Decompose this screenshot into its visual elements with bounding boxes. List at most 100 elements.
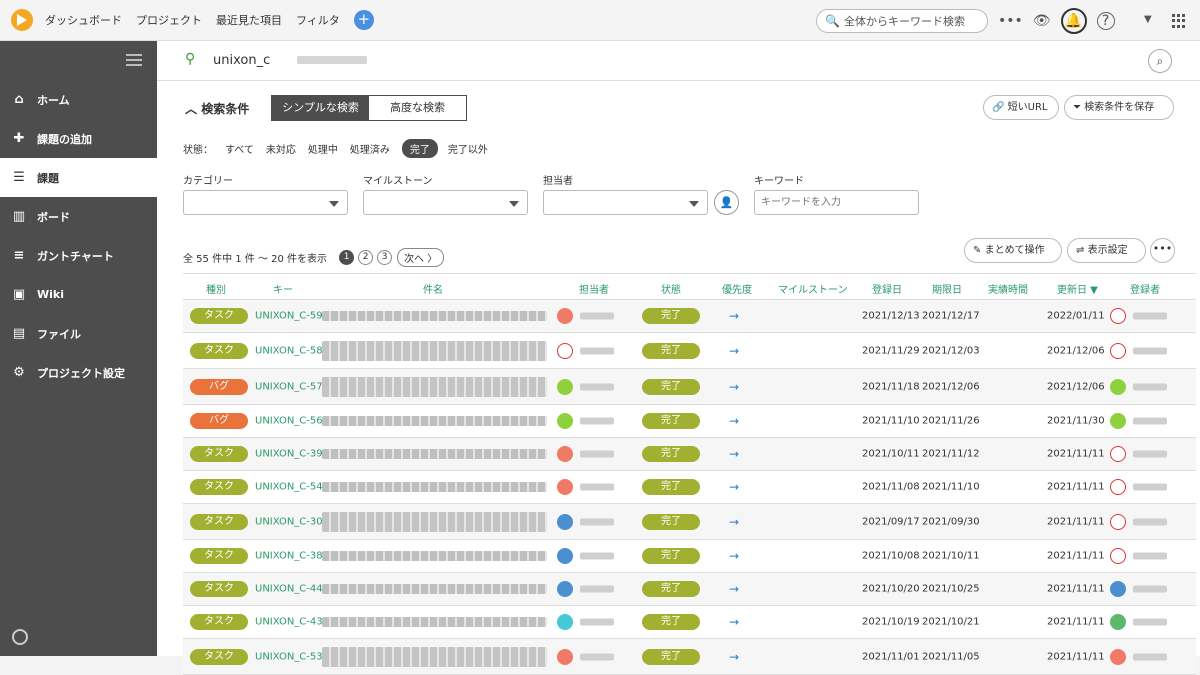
issue-key-link[interactable]: UNIXON_C-53 (255, 651, 323, 662)
issue-key-link[interactable]: UNIXON_C-44 (255, 584, 323, 595)
col-subject[interactable]: 件名 (423, 281, 443, 296)
sidebar-item-wiki[interactable]: ▣ Wiki (0, 275, 157, 314)
issue-subject-redacted[interactable] (322, 584, 547, 594)
sidebar-item-add-issue[interactable]: ✚ 課題の追加 (0, 119, 157, 158)
tab-advanced-search[interactable]: 高度な検索 (369, 96, 466, 120)
page-1[interactable]: 1 (339, 250, 355, 265)
backlog-logo-icon[interactable] (11, 9, 33, 31)
issue-key-link[interactable]: UNIXON_C-57 (255, 381, 323, 392)
issue-type-badge: タスク (190, 648, 248, 665)
issue-subject-redacted[interactable] (322, 449, 547, 459)
issue-subject-redacted[interactable] (322, 646, 547, 667)
assign-myself-icon[interactable]: 👤 (714, 190, 739, 215)
col-key[interactable]: キー (273, 281, 293, 296)
milestone-select[interactable] (363, 190, 528, 215)
chevron-down-icon[interactable]: ▼ (1144, 14, 1152, 25)
save-search-button[interactable]: ⏷ 検索条件を保存 (1064, 95, 1174, 120)
table-row[interactable]: タスク UNIXON_C-53 完了 → 2021/11/01 2021/11/05 202… (183, 639, 1196, 675)
apps-grid-icon[interactable] (1172, 14, 1186, 28)
status-resolved[interactable]: 処理済み (350, 141, 390, 156)
tab-simple-search[interactable]: シンプルな検索 (272, 96, 369, 120)
add-button[interactable]: + (353, 10, 374, 30)
display-settings-button[interactable]: ⇌ 表示設定 (1067, 238, 1146, 263)
short-url-button[interactable]: 🔗 短いURL (983, 95, 1059, 120)
global-search-placeholder: 全体からキーワード検索 (843, 15, 965, 28)
nav-dashboard[interactable]: ダッシュボード (45, 12, 122, 28)
status-not-closed[interactable]: 完了以外 (448, 141, 488, 156)
issue-subject-redacted[interactable] (322, 511, 547, 532)
issue-subject-redacted[interactable] (322, 416, 547, 426)
reporter-avatar (1110, 648, 1126, 665)
table-row[interactable]: タスク UNIXON_C-59 完了 → 2021/12/13 2021/12/17 202… (183, 300, 1196, 333)
menu-icon[interactable] (126, 54, 142, 66)
table-row[interactable]: タスク UNIXON_C-44 完了 → 2021/10/20 2021/10/25 202… (183, 573, 1196, 606)
issue-key-link[interactable]: UNIXON_C-43 (255, 617, 323, 628)
issue-key-link[interactable]: UNIXON_C-38 (255, 551, 323, 562)
sidebar-item-issues[interactable]: ☰ 課題 (0, 158, 157, 197)
bell-icon[interactable]: 🔔 (1060, 8, 1087, 34)
keyword-input[interactable] (754, 190, 919, 215)
issue-subject-redacted[interactable] (322, 376, 547, 397)
search-conditions-toggle[interactable]: ︿ 検索条件 (185, 100, 249, 117)
nav-project[interactable]: プロジェクト (136, 12, 202, 28)
nav-recent[interactable]: 最近見た項目 (216, 12, 282, 28)
status-closed[interactable]: 完了 (401, 139, 438, 158)
assignee-select[interactable] (543, 190, 708, 215)
sidebar-item-home[interactable]: ⌂ ホーム (0, 80, 157, 119)
issue-subject-redacted[interactable] (322, 551, 547, 561)
sidebar-item-settings[interactable]: ⚙ プロジェクト設定 (0, 353, 157, 392)
table-row[interactable]: タスク UNIXON_C-30 完了 → 2021/09/17 2021/09/30 202… (183, 504, 1196, 540)
sidebar-item-files[interactable]: ▤ ファイル (0, 314, 157, 353)
watch-icon[interactable]: 👁 (1033, 13, 1051, 29)
next-page-button[interactable]: 次へ 〉 (397, 248, 445, 267)
search-mode-tabs: シンプルな検索 高度な検索 (271, 95, 467, 121)
project-search-icon[interactable]: ⌕ (1148, 49, 1172, 73)
table-row[interactable]: バグ UNIXON_C-57 完了 → 2021/11/18 2021/12/06 2021… (183, 369, 1196, 405)
issue-subject-redacted[interactable] (322, 617, 547, 627)
table-row[interactable]: タスク UNIXON_C-54 完了 → 2021/11/08 2021/11/10 202… (183, 471, 1196, 504)
table-row[interactable]: タスク UNIXON_C-43 完了 → 2021/10/19 2021/10/21 202… (183, 606, 1196, 639)
issue-subject-redacted[interactable] (322, 340, 547, 361)
next-page-label: 次へ (404, 254, 425, 265)
sidebar-item-board[interactable]: ▥ ボード (0, 197, 157, 236)
page-3[interactable]: 3 (377, 250, 393, 265)
more-icon[interactable]: ••• (998, 13, 1023, 29)
more-options-button[interactable]: ••• (1150, 238, 1175, 263)
table-row[interactable]: バグ UNIXON_C-56 完了 → 2021/11/10 2021/11/26 2021… (183, 405, 1196, 438)
col-status[interactable]: 状態 (661, 281, 681, 296)
col-updated[interactable]: 更新日 ▼ (1057, 281, 1098, 296)
status-in-progress[interactable]: 処理中 (308, 141, 338, 156)
col-reporter[interactable]: 登録者 (1130, 281, 1160, 296)
chat-icon[interactable] (12, 629, 28, 645)
issue-key-link[interactable]: UNIXON_C-59 (255, 311, 323, 322)
global-search-input[interactable]: 🔍 全体からキーワード検索 (816, 9, 988, 33)
col-assignee[interactable]: 担当者 (579, 281, 609, 296)
col-priority[interactable]: 優先度 (722, 281, 752, 296)
status-all[interactable]: すべて (225, 141, 254, 156)
issue-subject-redacted[interactable] (322, 311, 547, 321)
sidebar-item-gantt[interactable]: ≡ ガントチャート (0, 236, 157, 275)
col-milestone[interactable]: マイルストーン (778, 281, 848, 296)
project-name[interactable]: unixon_c (213, 53, 270, 68)
category-select[interactable] (183, 190, 348, 215)
issue-key-link[interactable]: UNIXON_C-39 (255, 449, 323, 460)
issue-key-link[interactable]: UNIXON_C-58 (255, 345, 323, 356)
issue-type-badge: タスク (190, 513, 248, 530)
reporter-name-redacted (1133, 483, 1167, 491)
nav-filter[interactable]: フィルタ (296, 12, 340, 28)
bulk-edit-button[interactable]: ✎ まとめて操作 (964, 238, 1062, 263)
col-due[interactable]: 期限日 (932, 281, 962, 296)
issue-key-link[interactable]: UNIXON_C-30 (255, 516, 323, 527)
col-actual-hours[interactable]: 実績時間 (988, 281, 1028, 296)
issue-key-link[interactable]: UNIXON_C-56 (255, 416, 323, 427)
table-row[interactable]: タスク UNIXON_C-58 完了 → 2021/11/29 2021/12/03 202… (183, 333, 1196, 369)
status-open[interactable]: 未対応 (266, 141, 296, 156)
col-created[interactable]: 登録日 (872, 281, 902, 296)
table-row[interactable]: タスク UNIXON_C-38 完了 → 2021/10/08 2021/10/11 202… (183, 540, 1196, 573)
table-row[interactable]: タスク UNIXON_C-39 完了 → 2021/10/11 2021/11/12 202… (183, 438, 1196, 471)
page-2[interactable]: 2 (358, 250, 374, 265)
issue-key-link[interactable]: UNIXON_C-54 (255, 482, 323, 493)
col-type[interactable]: 種別 (206, 281, 226, 296)
issue-subject-redacted[interactable] (322, 482, 547, 492)
help-icon[interactable]: ? (1096, 12, 1115, 30)
